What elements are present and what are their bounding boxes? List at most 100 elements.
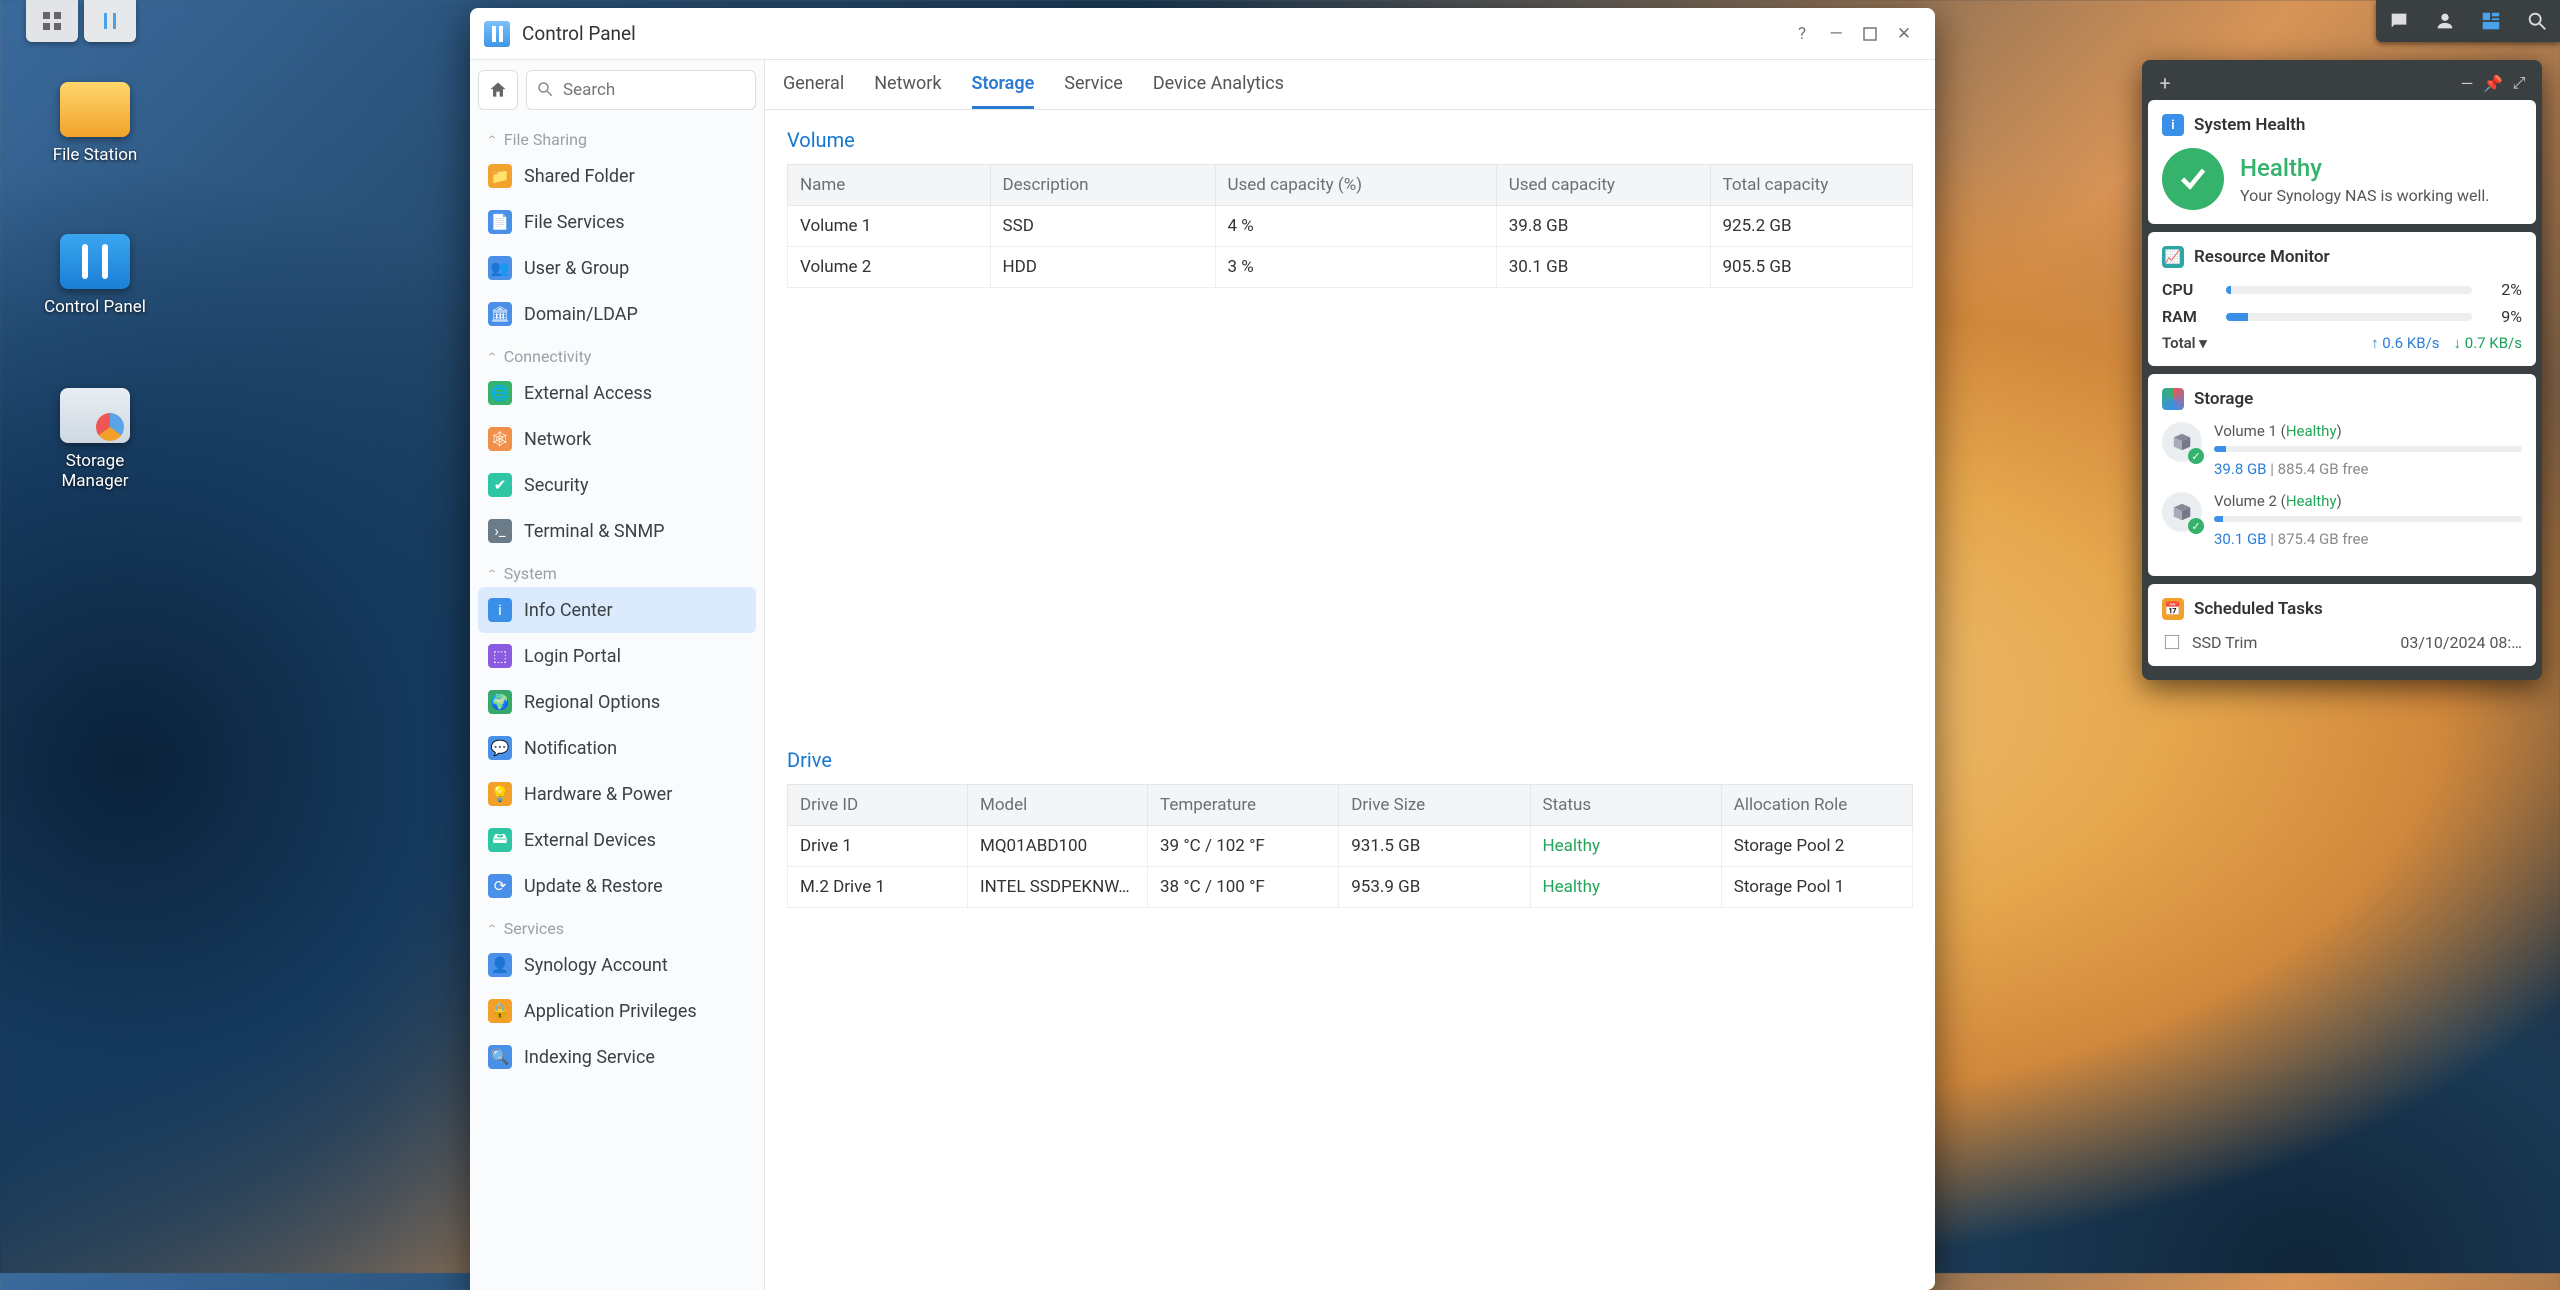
cell-pct: 3 % xyxy=(1215,247,1496,288)
cell-total: 925.2 GB xyxy=(1710,206,1913,247)
volume-footer: 39.8 GB | 885.4 GB free xyxy=(2214,460,2522,478)
th-role[interactable]: Allocation Role xyxy=(1721,784,1912,825)
chat-icon xyxy=(2388,10,2410,32)
table-row[interactable]: Volume 2HDD3 %30.1 GB905.5 GB xyxy=(788,247,1913,288)
th-driveid[interactable]: Drive ID xyxy=(788,784,968,825)
globe-icon: 🌐 xyxy=(488,381,512,405)
search-input[interactable] xyxy=(526,70,756,110)
sidebar-item-external-access[interactable]: 🌐 External Access xyxy=(478,370,756,416)
widget-title: System Health xyxy=(2194,115,2305,135)
tab-device-analytics[interactable]: Device Analytics xyxy=(1153,60,1284,109)
th-size[interactable]: Drive Size xyxy=(1339,784,1530,825)
section-title-volume: Volume xyxy=(787,128,1913,152)
user-button[interactable] xyxy=(2422,0,2468,42)
section-file-sharing[interactable]: File Sharing xyxy=(478,120,756,153)
section-connectivity[interactable]: Connectivity xyxy=(478,337,756,370)
home-button[interactable] xyxy=(478,70,518,110)
widget-expand-button[interactable]: ⤢ xyxy=(2506,73,2532,93)
task-row[interactable]: SSD Trim 03/10/2024 08:… xyxy=(2162,632,2522,652)
sidebar-item-network[interactable]: 🕸Network xyxy=(478,416,756,462)
search-icon xyxy=(536,80,554,102)
taskbar-control-panel[interactable] xyxy=(84,0,136,42)
sidebar-item-indexing-service[interactable]: 🔍Indexing Service xyxy=(478,1034,756,1080)
search-button[interactable] xyxy=(2514,0,2560,42)
taskbar-left xyxy=(26,0,136,42)
cell-id: Drive 1 xyxy=(788,825,968,866)
cell-role: Storage Pool 2 xyxy=(1721,825,1912,866)
sidebar-item-label: Login Portal xyxy=(524,646,621,667)
sidebar-item-label: External Devices xyxy=(524,830,656,851)
volume-icon xyxy=(2162,492,2202,532)
sidebar: File Sharing 📁Shared Folder 📄File Servic… xyxy=(470,60,765,1290)
sidebar-item-terminal-snmp[interactable]: ›_Terminal & SNMP xyxy=(478,508,756,554)
desktop-icon-control-panel[interactable]: Control Panel xyxy=(40,234,150,317)
widget-panel: + — 📌 ⤢ iSystem Health Healthy Your Syno… xyxy=(2142,60,2542,680)
disk-icon xyxy=(60,388,130,443)
sidebar-item-hardware-power[interactable]: 💡Hardware & Power xyxy=(478,771,756,817)
table-row[interactable]: Drive 1MQ01ABD10039 °C / 102 °F931.5 GBH… xyxy=(788,825,1913,866)
table-row[interactable]: Volume 1SSD4 %39.8 GB925.2 GB xyxy=(788,206,1913,247)
main-menu-button[interactable] xyxy=(26,0,78,42)
close-button[interactable]: ✕ xyxy=(1887,17,1921,51)
tab-network[interactable]: Network xyxy=(874,60,941,109)
rm-net-row[interactable]: Total ▾ ↑ 0.6 KB/s ↓ 0.7 KB/s xyxy=(2162,334,2522,352)
widget-add-button[interactable]: + xyxy=(2152,72,2178,95)
section-services[interactable]: Services xyxy=(478,909,756,942)
th-model[interactable]: Model xyxy=(968,784,1148,825)
sidebar-item-update-restore[interactable]: ⟳Update & Restore xyxy=(478,863,756,909)
sidebar-item-label: Notification xyxy=(524,738,617,759)
sidebar-item-label: Application Privileges xyxy=(524,1001,697,1022)
cell-used: 30.1 GB xyxy=(1496,247,1710,288)
tab-general[interactable]: General xyxy=(783,60,844,109)
th-used[interactable]: Used capacity xyxy=(1496,165,1710,206)
sidebar-item-notification[interactable]: 💬Notification xyxy=(478,725,756,771)
section-title-drive: Drive xyxy=(787,748,1913,772)
th-usedpct[interactable]: Used capacity (%) xyxy=(1215,165,1496,206)
th-desc[interactable]: Description xyxy=(990,165,1215,206)
desktop-icon-file-station[interactable]: File Station xyxy=(40,82,150,165)
health-status-icon xyxy=(2162,148,2224,210)
sidebar-item-application-privileges[interactable]: 🔒Application Privileges xyxy=(478,988,756,1034)
th-name[interactable]: Name xyxy=(788,165,991,206)
total-label: Total xyxy=(2162,334,2196,352)
index-icon: 🔍 xyxy=(488,1045,512,1069)
help-button[interactable]: ? xyxy=(1785,17,1819,51)
volume-bar xyxy=(2214,446,2522,452)
storage-volume[interactable]: Volume 1 (Healthy) 39.8 GB | 885.4 GB fr… xyxy=(2162,422,2522,478)
th-status[interactable]: Status xyxy=(1530,784,1721,825)
cell-size: 931.5 GB xyxy=(1339,825,1530,866)
sidebar-item-info-center[interactable]: iInfo Center xyxy=(478,587,756,633)
window-titlebar[interactable]: Control Panel ? — ✕ xyxy=(470,8,1935,60)
maximize-button[interactable] xyxy=(1853,17,1887,51)
notifications-button[interactable] xyxy=(2376,0,2422,42)
tab-service[interactable]: Service xyxy=(1064,60,1123,109)
widget-minimize-button[interactable]: — xyxy=(2454,74,2480,93)
tab-storage[interactable]: Storage xyxy=(972,60,1035,109)
sidebar-item-security[interactable]: ✔Security xyxy=(478,462,756,508)
sidebar-item-label: External Access xyxy=(524,383,652,404)
table-row[interactable]: M.2 Drive 1INTEL SSDPEKNW…38 °C / 100 °F… xyxy=(788,866,1913,907)
sidebar-item-label: Shared Folder xyxy=(524,166,635,187)
health-message: Your Synology NAS is working well. xyxy=(2240,186,2489,205)
th-temp[interactable]: Temperature xyxy=(1148,784,1339,825)
th-total[interactable]: Total capacity xyxy=(1710,165,1913,206)
tabs: General Network Storage Service Device A… xyxy=(765,60,1935,110)
minimize-button[interactable]: — xyxy=(1819,17,1853,51)
sidebar-item-external-devices[interactable]: 🖴External Devices xyxy=(478,817,756,863)
sidebar-item-login-portal[interactable]: ⬚Login Portal xyxy=(478,633,756,679)
sidebar-item-synology-account[interactable]: 👤Synology Account xyxy=(478,942,756,988)
sidebar-item-user-group[interactable]: 👥User & Group xyxy=(478,245,756,291)
section-system[interactable]: System xyxy=(478,554,756,587)
cell-status: Healthy xyxy=(1530,825,1721,866)
storage-volume[interactable]: Volume 2 (Healthy) 30.1 GB | 875.4 GB fr… xyxy=(2162,492,2522,548)
widgets-button[interactable] xyxy=(2468,0,2514,42)
sidebar-item-file-services[interactable]: 📄File Services xyxy=(478,199,756,245)
dashboard-icon xyxy=(2480,10,2502,32)
cell-id: M.2 Drive 1 xyxy=(788,866,968,907)
widget-pin-button[interactable]: 📌 xyxy=(2480,74,2506,93)
sidebar-item-shared-folder[interactable]: 📁Shared Folder xyxy=(478,153,756,199)
sidebar-item-domain-ldap[interactable]: 🏛Domain/LDAP xyxy=(478,291,756,337)
sidebar-item-regional-options[interactable]: 🌍Regional Options xyxy=(478,679,756,725)
desktop-icon-storage-manager[interactable]: Storage Manager xyxy=(40,388,150,491)
sidebar-item-label: Update & Restore xyxy=(524,876,663,897)
